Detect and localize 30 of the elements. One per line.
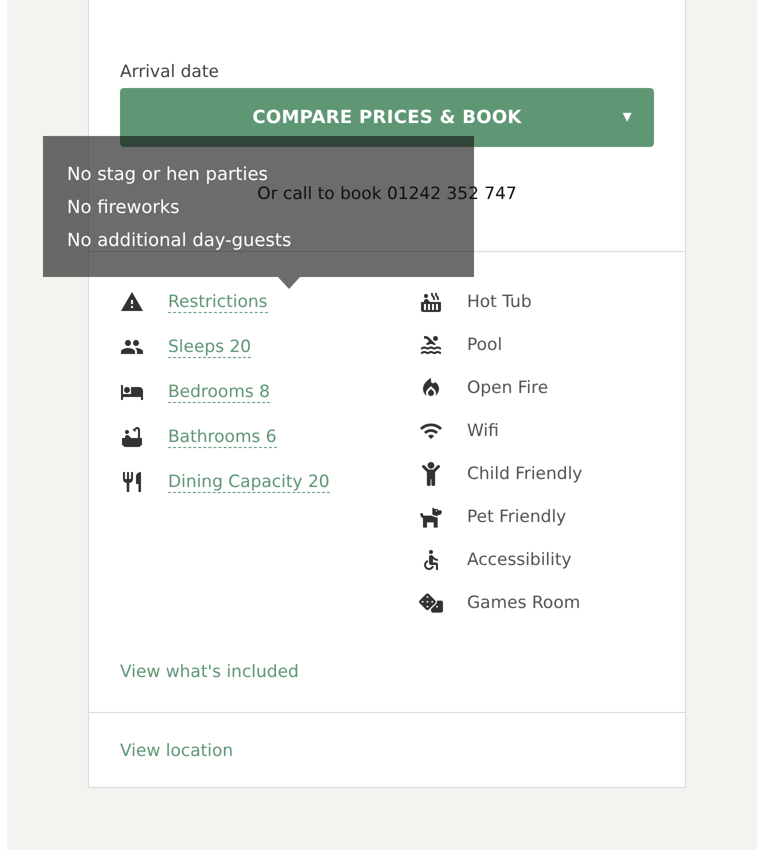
bathtub-icon xyxy=(120,425,144,449)
warning-icon xyxy=(120,290,144,314)
amenity-label: Pool xyxy=(467,335,502,355)
amenity-label: Open Fire xyxy=(467,378,548,398)
compare-prices-button[interactable]: COMPARE PRICES & BOOK ▾ xyxy=(120,88,654,147)
view-location-link[interactable]: View location xyxy=(120,741,234,761)
field-label: Arrival date xyxy=(120,62,220,82)
amenity-label: Games Room xyxy=(467,593,580,613)
amenity-label: Hot Tub xyxy=(467,292,532,312)
caret-icon: ▾ xyxy=(622,106,632,127)
tooltip-arrow-icon xyxy=(278,277,300,289)
detail-link[interactable]: Dining Capacity 20 xyxy=(168,472,330,492)
swimmer-icon xyxy=(419,333,443,357)
dice-icon xyxy=(419,591,443,615)
dog-icon xyxy=(419,505,443,529)
detail-link[interactable]: Bedrooms 8 xyxy=(168,382,270,402)
amenity-label: Accessibility xyxy=(467,550,572,570)
child-icon xyxy=(419,462,443,486)
fork-knife-icon xyxy=(120,470,144,494)
restriction-text: No additional day-guests xyxy=(67,229,292,253)
restriction-text: No stag or hen parties xyxy=(67,163,268,186)
restriction-text: No fireworks xyxy=(67,196,180,220)
view-included-link[interactable]: View what's included xyxy=(120,662,299,682)
detail-link[interactable]: Restrictions xyxy=(168,292,268,312)
detail-link[interactable]: Sleeps 20 xyxy=(168,336,252,358)
amenity-label: Pet Friendly xyxy=(467,507,566,527)
amenity-label: Child Friendly xyxy=(467,464,582,484)
hot-tub-icon xyxy=(419,290,443,314)
amenity-label: Wifi xyxy=(467,421,499,441)
detail-link[interactable]: Bathrooms 6 xyxy=(168,426,277,448)
